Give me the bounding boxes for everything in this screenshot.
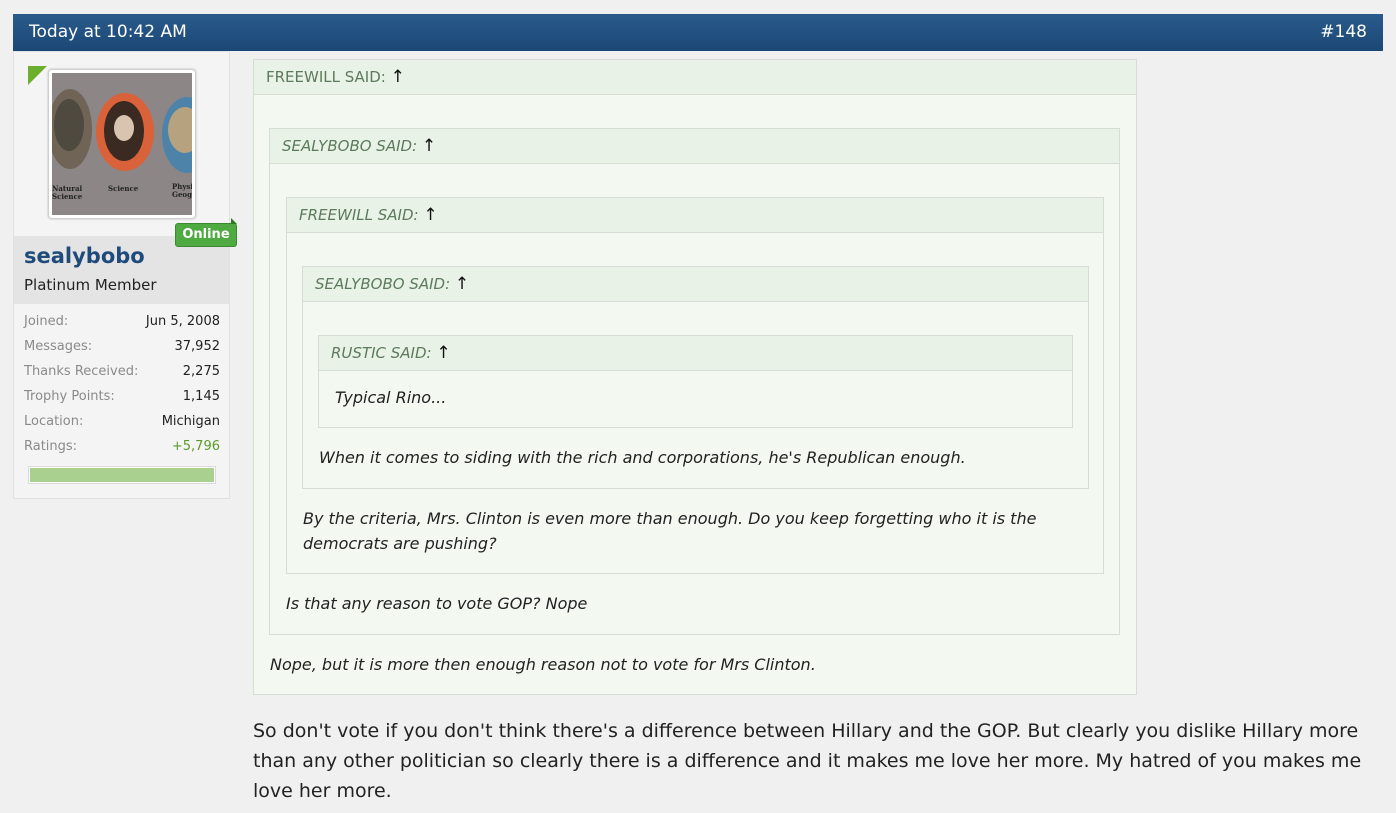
post: Natural Science Science Physi Geogr seal… bbox=[13, 51, 1383, 813]
quote-text: By the criteria, Mrs. Clinton is even mo… bbox=[303, 506, 1036, 556]
quote-text: Typical Rino... bbox=[335, 388, 447, 407]
stat-thanks: Thanks Received: 2,275 bbox=[24, 364, 220, 389]
quote-header: FREEWILL SAID: ↑ bbox=[287, 198, 1103, 233]
stat-label: Thanks Received: bbox=[24, 364, 139, 379]
avatar-caption: Natural Science bbox=[52, 184, 83, 201]
jump-to-quote-icon[interactable]: ↑ bbox=[436, 343, 450, 363]
stat-trophy-points: Trophy Points: 1,145 bbox=[24, 389, 220, 414]
quote-text: When it comes to siding with the rich an… bbox=[319, 448, 966, 467]
quote-header: SEALYBOBO SAID: ↑ bbox=[270, 129, 1119, 164]
new-post-flag bbox=[28, 66, 47, 85]
stat-joined: Joined: Jun 5, 2008 bbox=[24, 314, 220, 339]
message-line: love her more. bbox=[253, 780, 392, 802]
avatar-caption: Physi Geogr bbox=[172, 182, 192, 199]
ratings-bar bbox=[28, 466, 216, 484]
quote-block: FREEWILL SAID: ↑ By the criteria, Mrs. C… bbox=[286, 197, 1104, 574]
online-badge: Online bbox=[175, 218, 237, 247]
trophy-points-link[interactable]: 1,145 bbox=[183, 389, 220, 404]
stat-label: Joined: bbox=[24, 314, 69, 329]
messages-count-link[interactable]: 37,952 bbox=[175, 339, 221, 354]
stat-messages: Messages: 37,952 bbox=[24, 339, 220, 364]
post-header: Today at 10:42 AM #148 bbox=[13, 14, 1383, 51]
stat-label: Messages: bbox=[24, 339, 93, 354]
quote-header: SEALYBOBO SAID: ↑ bbox=[303, 267, 1088, 302]
quote-author[interactable]: FREEWILL SAID: bbox=[266, 68, 386, 86]
stat-value: 2,275 bbox=[182, 364, 220, 379]
post-message: So don't vote if you don't think there's… bbox=[253, 716, 1378, 806]
stat-value: Jun 5, 2008 bbox=[145, 314, 220, 329]
stat-label: Location: bbox=[24, 414, 84, 429]
ratings-bar-fill bbox=[30, 468, 214, 482]
stat-location: Location: Michigan bbox=[24, 414, 220, 439]
quote-author[interactable]: SEALYBOBO SAID: bbox=[315, 275, 450, 293]
quote-text-line: By the criteria, Mrs. Clinton is even mo… bbox=[303, 509, 1037, 528]
quote-author[interactable]: FREEWILL SAID: bbox=[299, 206, 419, 224]
quote-block: RUSTIC SAID: ↑ Typical Rino... bbox=[318, 335, 1073, 428]
jump-to-quote-icon[interactable]: ↑ bbox=[422, 136, 436, 156]
quote-author[interactable]: SEALYBOBO SAID: bbox=[282, 137, 417, 155]
jump-to-quote-icon[interactable]: ↑ bbox=[391, 67, 405, 87]
stat-ratings: Ratings: +5,796 bbox=[24, 439, 220, 464]
username-link[interactable]: sealybobo bbox=[24, 244, 145, 268]
stat-label: Ratings: bbox=[24, 439, 78, 454]
quote-text: Is that any reason to vote GOP? Nope bbox=[286, 594, 588, 613]
quote-header: RUSTIC SAID: ↑ bbox=[319, 336, 1072, 371]
quote-block: FREEWILL SAID: ↑ Nope, but it is more th… bbox=[253, 59, 1137, 695]
avatar-caption: Science bbox=[108, 184, 139, 193]
quote-block: SEALYBOBO SAID: ↑ Is that any reason to … bbox=[269, 128, 1120, 635]
stat-label: Trophy Points: bbox=[24, 389, 115, 404]
user-title: Platinum Member bbox=[24, 276, 157, 294]
jump-to-quote-icon[interactable]: ↑ bbox=[455, 274, 469, 294]
post-date: Today at 10:42 AM bbox=[29, 22, 187, 42]
avatar[interactable]: Natural Science Science Physi Geogr bbox=[48, 69, 196, 219]
quote-text-line: democrats are pushing? bbox=[303, 534, 497, 553]
location-link[interactable]: Michigan bbox=[162, 414, 220, 429]
quote-text: Nope, but it is more then enough reason … bbox=[270, 655, 816, 674]
message-line: So don't vote if you don't think there's… bbox=[253, 720, 1359, 742]
ratings-value: +5,796 bbox=[171, 439, 220, 454]
quote-block: SEALYBOBO SAID: ↑ When it comes to sidin… bbox=[302, 266, 1089, 489]
quote-header: FREEWILL SAID: ↑ bbox=[254, 60, 1136, 95]
jump-to-quote-icon[interactable]: ↑ bbox=[423, 205, 437, 225]
avatar-image: Natural Science Science Physi Geogr bbox=[52, 73, 192, 215]
message-line: than any other politician so clearly the… bbox=[253, 750, 1362, 772]
quote-author[interactable]: RUSTIC SAID: bbox=[331, 344, 432, 362]
user-stats: Joined: Jun 5, 2008 Messages: 37,952 Tha… bbox=[24, 314, 220, 464]
user-info-panel: Natural Science Science Physi Geogr seal… bbox=[13, 51, 230, 499]
post-number-link[interactable]: #148 bbox=[1320, 22, 1367, 42]
